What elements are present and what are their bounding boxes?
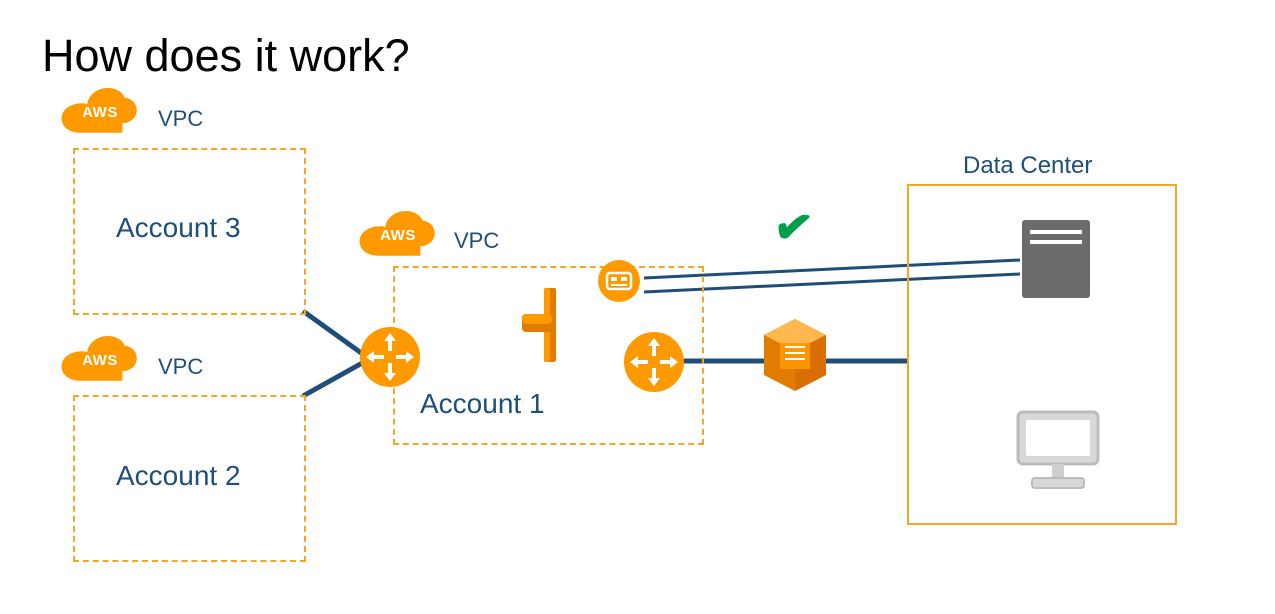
slide-title: How does it work? — [42, 30, 410, 82]
workstation-icon — [1008, 406, 1108, 496]
vpc1-account: Account 1 — [420, 388, 545, 420]
aws-cloud-icon: AWS — [60, 336, 140, 384]
slide: How does it work? AWS VPC Account 3 — [0, 0, 1275, 614]
checkmark-icon: ✔ — [770, 198, 816, 257]
aws-cloud-text: AWS — [380, 227, 416, 244]
aws-cloud-text: AWS — [82, 104, 118, 121]
virtual-gateway-icon — [596, 258, 642, 304]
aws-cloud-text: AWS — [82, 352, 118, 369]
transit-gateway-icon — [518, 280, 578, 370]
aws-cloud-icon: AWS — [60, 88, 140, 136]
datacenter-label: Data Center — [963, 152, 1092, 180]
direct-connect-icon — [760, 317, 830, 393]
customer-gateway-router-icon — [622, 330, 686, 394]
aws-cloud-icon: AWS — [358, 211, 438, 259]
server-icon — [1018, 216, 1094, 302]
vpc2-label: VPC — [158, 354, 203, 380]
vpc1-label: VPC — [454, 228, 499, 254]
vpc-peering-icon — [358, 325, 422, 389]
vpc3-account: Account 3 — [116, 212, 241, 244]
vpc2-account: Account 2 — [116, 460, 241, 492]
vpc3-label: VPC — [158, 106, 203, 132]
